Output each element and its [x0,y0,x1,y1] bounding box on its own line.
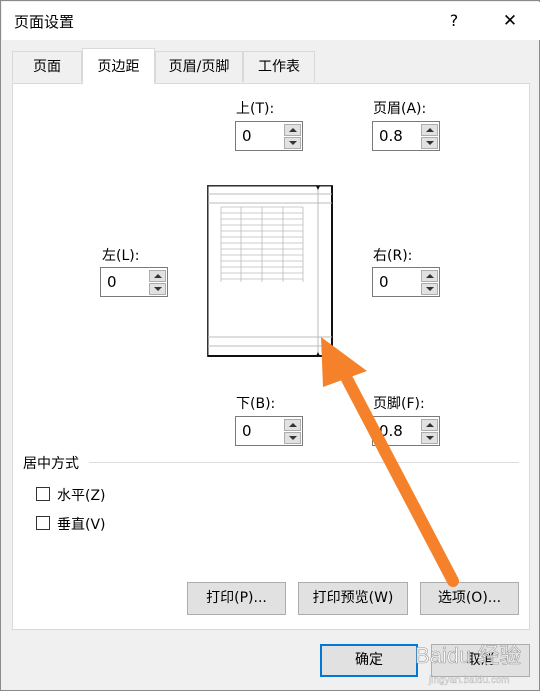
page-preview-graphic [207,185,333,357]
spin-up-icon[interactable] [421,124,438,136]
footer-margin-value[interactable]: 0.8 [379,422,403,440]
bottom-margin-spinner[interactable]: 0 [235,416,303,446]
footer-margin-label: 页脚(F): [373,396,425,412]
watermark-sub: jingyan.baidu.com [428,675,510,686]
spin-down-icon[interactable] [421,432,438,444]
title-bar: 页面设置 ? ✕ [2,2,540,40]
spin-up-icon[interactable] [421,419,438,431]
page-preview [207,185,333,357]
right-margin-label: 右(R): [373,248,413,264]
print-preview-button[interactable]: 打印预览(W) [298,582,408,615]
spin-up-icon[interactable] [284,124,301,136]
right-margin-spinner[interactable]: 0 [372,267,440,297]
horizontal-center-label[interactable]: 水平(Z) [57,485,106,505]
options-button[interactable]: 选项(O)... [420,582,519,615]
section-divider [89,462,519,463]
bottom-margin-label: 下(B): [236,396,276,412]
dialog-title: 页面设置 [14,13,75,31]
page-setup-dialog: 页面设置 ? ✕ 页面 页边距 页眉/页脚 工作表 上(T): 0 页眉(A):… [0,0,540,691]
bottom-margin-value[interactable]: 0 [242,422,252,440]
centering-section-label: 居中方式 [23,456,79,472]
spin-down-icon[interactable] [284,432,301,444]
ok-button[interactable]: 确定 [320,644,418,677]
vertical-center-label[interactable]: 垂直(V) [57,514,106,534]
spin-up-icon[interactable] [284,419,301,431]
close-button[interactable]: ✕ [496,8,524,34]
spin-up-icon[interactable] [421,270,438,282]
footer-margin-spinner[interactable]: 0.8 [372,416,440,446]
header-margin-value[interactable]: 0.8 [379,127,403,145]
left-margin-spinner[interactable]: 0 [100,267,168,297]
top-margin-spinner[interactable]: 0 [235,121,303,151]
header-margin-spinner[interactable]: 0.8 [372,121,440,151]
spin-down-icon[interactable] [421,283,438,295]
spin-down-icon[interactable] [421,137,438,149]
top-margin-label: 上(T): [236,101,275,117]
tab-margins[interactable]: 页边距 [82,48,155,84]
left-margin-label: 左(L): [102,248,140,264]
print-button[interactable]: 打印(P)... [187,582,286,615]
help-button[interactable]: ? [442,8,466,34]
left-margin-value[interactable]: 0 [107,273,117,291]
tab-sheet[interactable]: 工作表 [243,51,315,82]
tab-header-footer[interactable]: 页眉/页脚 [155,51,243,82]
watermark-text: Baidu 经验 [415,643,521,668]
horizontal-center-checkbox[interactable] [36,487,50,501]
spin-down-icon[interactable] [149,283,166,295]
vertical-center-checkbox[interactable] [36,516,50,530]
right-margin-value[interactable]: 0 [379,273,389,291]
spin-up-icon[interactable] [149,270,166,282]
top-margin-value[interactable]: 0 [242,127,252,145]
baidu-watermark: Baidu 经验 jingyan.baidu.com [415,643,522,686]
header-margin-label: 页眉(A): [373,101,427,117]
spin-down-icon[interactable] [284,137,301,149]
tab-page[interactable]: 页面 [12,51,82,82]
